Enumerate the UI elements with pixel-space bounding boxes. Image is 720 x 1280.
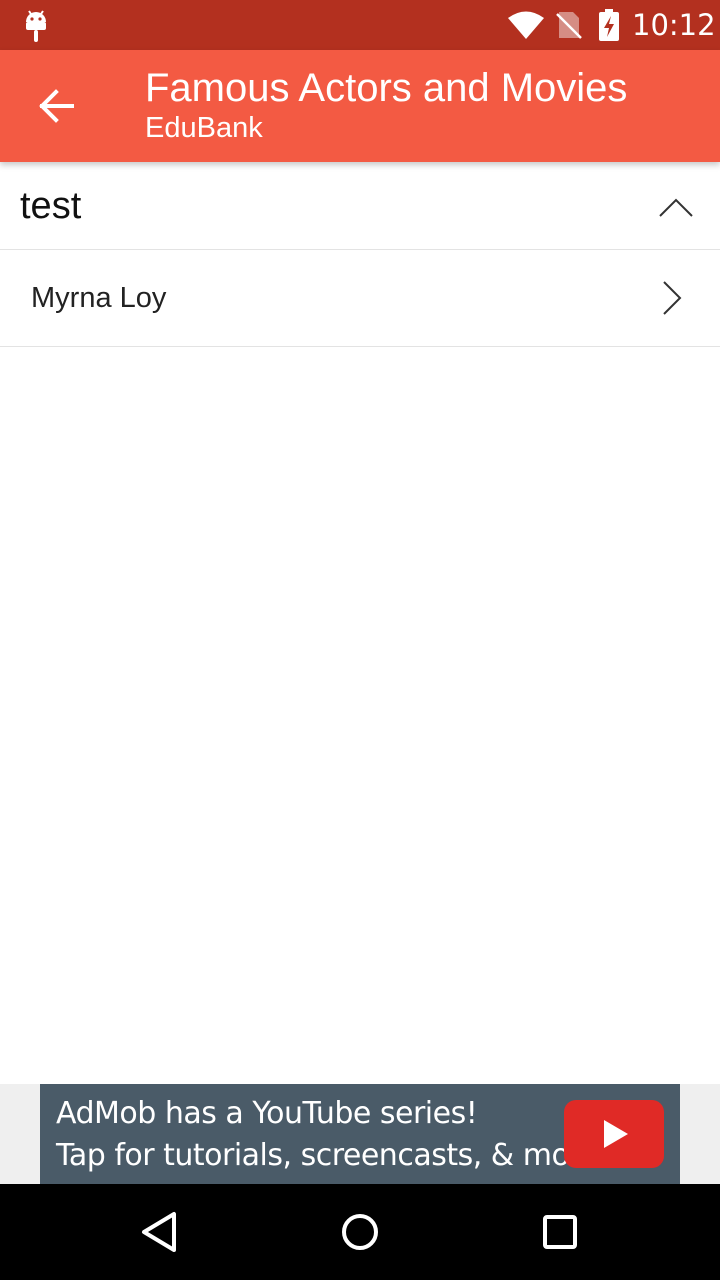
wifi-icon xyxy=(508,11,544,39)
youtube-play-icon xyxy=(564,1100,664,1168)
no-sim-icon xyxy=(556,12,582,39)
list-item-label: Myrna Loy xyxy=(31,282,167,314)
ad-body: Tap for tutorials, screencasts, & more. xyxy=(56,1138,608,1173)
ad-banner[interactable]: AdMob has a YouTube series! Tap for tuto… xyxy=(40,1084,680,1184)
home-circle-icon[interactable] xyxy=(336,1208,384,1256)
status-bar: 10:12 xyxy=(0,0,720,50)
status-clock: 10:12 xyxy=(632,8,716,42)
back-triangle-icon[interactable] xyxy=(136,1208,184,1256)
android-icon xyxy=(26,10,46,42)
list-item[interactable]: Myrna Loy xyxy=(0,250,720,347)
screen: 10:12 Famous Actors and Movies EduBank t… xyxy=(0,0,720,1280)
back-button[interactable] xyxy=(24,74,88,138)
ad-headline: AdMob has a YouTube series! xyxy=(56,1096,478,1131)
section-header[interactable]: test xyxy=(0,162,720,250)
app-title: Famous Actors and Movies xyxy=(145,66,628,110)
app-subtitle: EduBank xyxy=(145,112,263,144)
battery-charging-icon xyxy=(599,9,619,41)
navigation-bar xyxy=(0,1184,720,1280)
ad-container: AdMob has a YouTube series! Tap for tuto… xyxy=(0,1084,720,1184)
arrow-back-icon xyxy=(39,89,74,123)
app-bar: Famous Actors and Movies EduBank xyxy=(0,50,720,162)
recents-square-icon[interactable] xyxy=(536,1208,584,1256)
chevron-right-icon xyxy=(663,281,682,315)
chevron-up-icon[interactable] xyxy=(656,188,696,228)
section-title: test xyxy=(20,185,82,227)
